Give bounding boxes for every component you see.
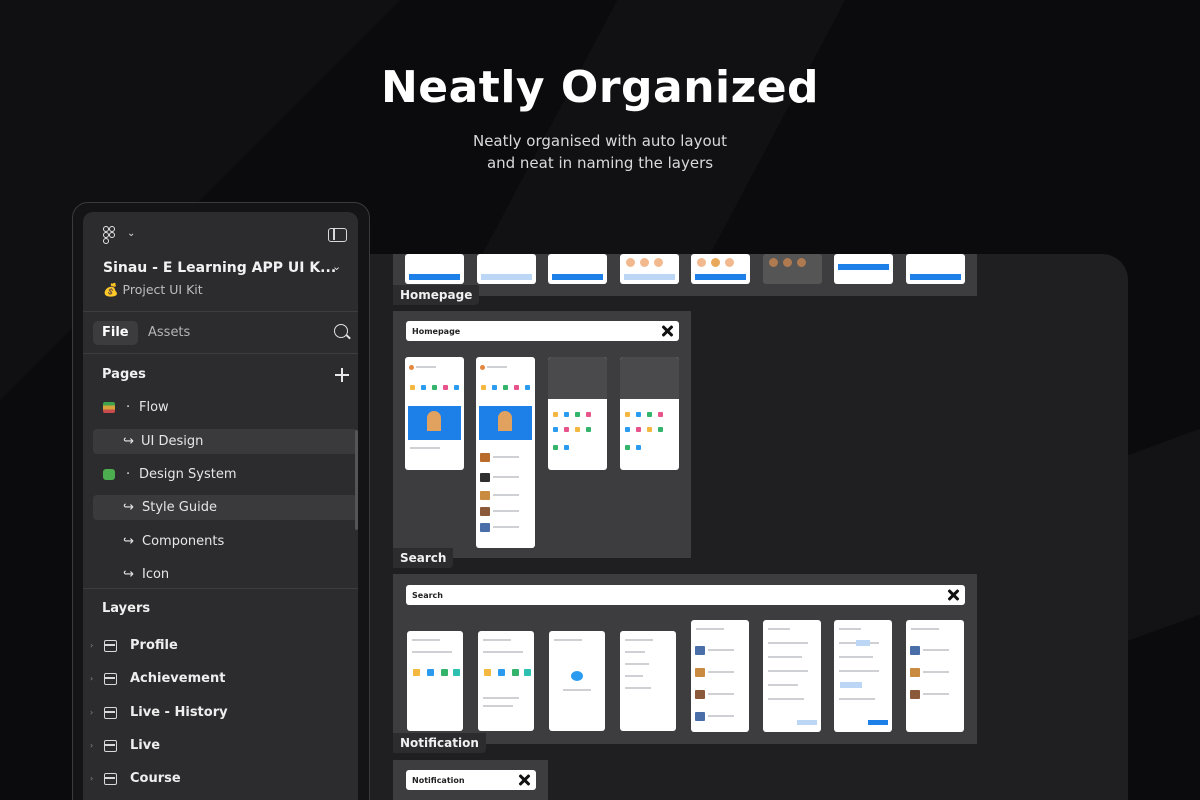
figma-canvas[interactable]: Homepage Homepage Search Search Notifica… bbox=[300, 254, 1128, 800]
chevron-right-icon[interactable]: › bbox=[90, 641, 93, 650]
frame-homepage[interactable]: Homepage bbox=[393, 311, 691, 558]
page-item-prefix: ↪ bbox=[123, 434, 134, 449]
brand-x-icon bbox=[947, 589, 959, 601]
frame-label-search[interactable]: Search bbox=[393, 548, 454, 568]
phone-screen-search-2[interactable] bbox=[478, 631, 534, 731]
phone-screen-search-5[interactable] bbox=[691, 620, 749, 732]
phone-screen-search-6[interactable] bbox=[763, 620, 821, 732]
page-item-design-system[interactable]: · Design System bbox=[93, 462, 357, 487]
phone-screen[interactable] bbox=[691, 254, 750, 284]
phone-screen-search-1[interactable] bbox=[407, 631, 463, 731]
page-item-prefix: ↪ bbox=[123, 567, 134, 582]
section-divider bbox=[83, 588, 358, 589]
frame-header-title: Notification bbox=[412, 775, 465, 785]
search-icon[interactable] bbox=[334, 324, 348, 338]
puzzle-icon bbox=[103, 469, 115, 480]
phone-screen[interactable] bbox=[548, 254, 607, 284]
frame-header-homepage: Homepage bbox=[406, 321, 679, 341]
page-item-prefix: ↪ bbox=[123, 534, 134, 549]
chevron-right-icon[interactable]: › bbox=[90, 674, 93, 683]
sidebar-toggle-icon[interactable] bbox=[328, 228, 347, 242]
frame-icon bbox=[104, 707, 117, 719]
brand-x-icon bbox=[661, 325, 673, 337]
layer-name: Profile bbox=[130, 638, 178, 653]
phone-screen-homepage-4[interactable] bbox=[620, 357, 679, 470]
page-item-label: UI Design bbox=[141, 434, 204, 449]
project-title[interactable]: Sinau - E Learning APP UI K... bbox=[103, 260, 336, 276]
frame-label-notification[interactable]: Notification bbox=[393, 733, 486, 753]
frame-header-notification: Notification bbox=[406, 770, 536, 790]
page-item-label: Icon bbox=[142, 567, 170, 582]
phone-screen-search-7[interactable] bbox=[834, 620, 892, 732]
phone-screen-search-3[interactable] bbox=[549, 631, 605, 731]
hero-title: Neatly Organized bbox=[380, 62, 820, 113]
page-item-prefix: · bbox=[126, 467, 131, 482]
hero-subtitle-line-1: Neatly organised with auto layout bbox=[472, 132, 728, 150]
phone-screen[interactable] bbox=[477, 254, 536, 284]
frame-icon bbox=[104, 740, 117, 752]
brand-x-icon bbox=[518, 774, 530, 786]
chevron-right-icon[interactable]: › bbox=[90, 741, 93, 750]
frame-icon bbox=[104, 640, 117, 652]
chevron-right-icon[interactable]: › bbox=[90, 708, 93, 717]
layer-name: Course bbox=[130, 771, 181, 786]
page-item-icon[interactable]: ↪ Icon bbox=[93, 562, 357, 587]
figma-logo-icon[interactable] bbox=[103, 226, 117, 244]
panel-header: ⌄ Sinau - E Learning APP UI K... ⌄ 💰 Pro… bbox=[83, 212, 358, 312]
layer-item-course[interactable]: › Course bbox=[83, 767, 358, 793]
page-item-label: Flow bbox=[139, 400, 169, 415]
phone-screen[interactable] bbox=[620, 254, 679, 284]
project-chevron-down-icon[interactable]: ⌄ bbox=[332, 260, 341, 273]
page-item-label: Style Guide bbox=[142, 500, 217, 515]
chevron-right-icon[interactable]: › bbox=[90, 774, 93, 783]
page-item-style-guide[interactable]: ↪ Style Guide bbox=[93, 495, 357, 520]
hero-subtitle: Neatly organised with auto layout and ne… bbox=[0, 130, 1200, 174]
pages-heading: Pages bbox=[102, 367, 146, 382]
phone-screen-homepage-1[interactable] bbox=[405, 357, 464, 470]
frame-header-title: Search bbox=[412, 590, 443, 600]
page-item-prefix: · bbox=[126, 400, 131, 415]
page-item-components[interactable]: ↪ Components bbox=[93, 529, 357, 554]
phone-screen[interactable] bbox=[405, 254, 464, 284]
frame-header-title: Homepage bbox=[412, 326, 461, 336]
phone-screen-search-4[interactable] bbox=[620, 631, 676, 731]
layer-name: Achievement bbox=[130, 671, 226, 686]
page-item-label: Components bbox=[142, 534, 225, 549]
page-item-label: Design System bbox=[139, 467, 237, 482]
panel-tabs: File Assets bbox=[83, 312, 358, 354]
page-item-flow[interactable]: · Flow bbox=[93, 395, 357, 420]
layers-heading: Layers bbox=[102, 601, 151, 616]
frame-icon bbox=[104, 773, 117, 785]
phone-screen[interactable] bbox=[763, 254, 822, 284]
pages-scrollbar[interactable] bbox=[355, 430, 358, 530]
page-item-ui-design[interactable]: ↪ UI Design bbox=[93, 429, 357, 454]
phone-screen-homepage-3[interactable] bbox=[548, 357, 607, 470]
layer-item-achievement[interactable]: › Achievement bbox=[83, 667, 358, 693]
add-page-plus-icon[interactable] bbox=[335, 368, 349, 382]
phone-screen-homepage-2[interactable] bbox=[476, 357, 535, 548]
frame-label-homepage[interactable]: Homepage bbox=[393, 285, 480, 305]
frame-icon bbox=[104, 673, 117, 685]
tab-assets[interactable]: Assets bbox=[139, 321, 199, 345]
frame-search[interactable]: Search bbox=[393, 574, 977, 744]
frame-header-search: Search bbox=[406, 585, 965, 605]
hero-subtitle-line-2: and neat in naming the layers bbox=[486, 154, 714, 172]
phone-screen-search-8[interactable] bbox=[906, 620, 964, 732]
tab-file[interactable]: File bbox=[93, 321, 138, 345]
frame-notification[interactable]: Notification bbox=[393, 760, 548, 800]
phone-screen[interactable] bbox=[906, 254, 965, 284]
layer-name: Live - History bbox=[130, 705, 228, 720]
layer-name: Live bbox=[130, 738, 161, 753]
page-item-prefix: ↪ bbox=[123, 500, 134, 515]
chevron-down-icon[interactable]: ⌄ bbox=[127, 228, 135, 239]
phone-screen[interactable] bbox=[834, 254, 893, 284]
frame-strip-top[interactable] bbox=[393, 254, 977, 296]
project-subtitle: 💰 Project UI Kit bbox=[103, 282, 203, 297]
layer-item-live[interactable]: › Live bbox=[83, 734, 358, 760]
layer-item-profile[interactable]: › Profile bbox=[83, 634, 358, 660]
books-icon bbox=[103, 402, 115, 413]
layer-item-live-history[interactable]: › Live - History bbox=[83, 701, 358, 727]
figma-layers-panel: ⌄ Sinau - E Learning APP UI K... ⌄ 💰 Pro… bbox=[83, 212, 358, 800]
